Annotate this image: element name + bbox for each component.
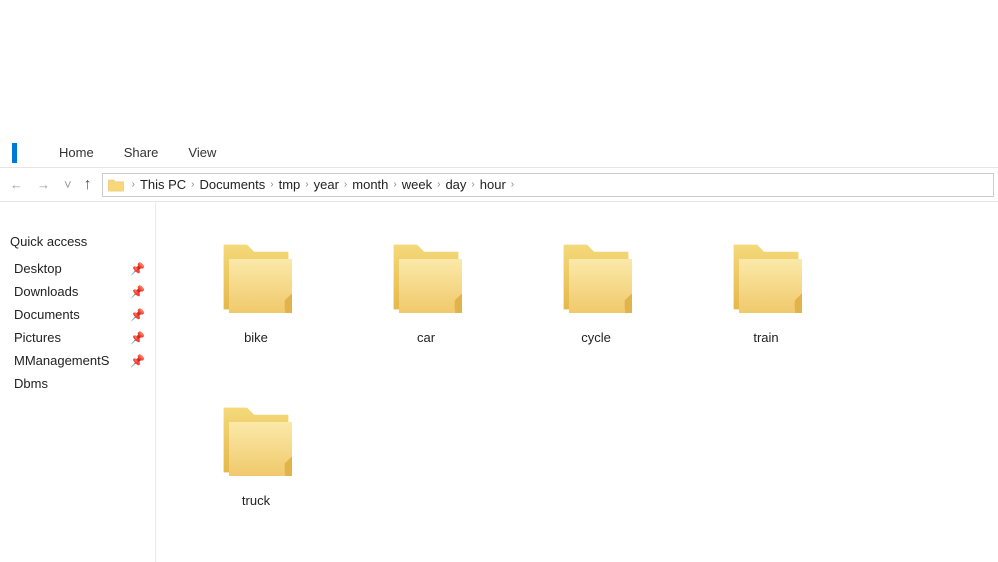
sidebar-item-pictures[interactable]: Pictures 📌 (0, 326, 155, 349)
breadcrumb-item[interactable]: Documents (196, 177, 270, 192)
nav-back-button[interactable]: ← (8, 175, 25, 194)
ribbon-tab-view[interactable]: View (188, 145, 216, 160)
pin-icon: 📌 (130, 262, 145, 276)
folder-icon (381, 232, 471, 322)
pin-icon: 📌 (130, 308, 145, 322)
folder-label: car (417, 330, 435, 345)
folder-label: train (753, 330, 778, 345)
breadcrumb-item[interactable]: tmp (275, 177, 305, 192)
sidebar-item-downloads[interactable]: Downloads 📌 (0, 280, 155, 303)
folder-icon (107, 176, 125, 194)
sidebar-quick-access[interactable]: Quick access (0, 230, 155, 253)
sidebar-item-desktop[interactable]: Desktop 📌 (0, 257, 155, 280)
sidebar: Quick access Desktop 📌 Downloads 📌 Docum… (0, 202, 156, 562)
folder-item[interactable]: car (366, 232, 486, 345)
ribbon-tab-share[interactable]: Share (124, 145, 159, 160)
nav-bar: ← → ˅ ↑ › This PC › Documents › tmp › ye… (0, 168, 998, 202)
nav-forward-button[interactable]: → (35, 175, 52, 194)
pin-icon: 📌 (130, 331, 145, 345)
chevron-right-icon: › (510, 179, 515, 190)
folder-icon (721, 232, 811, 322)
folder-item[interactable]: bike (196, 232, 316, 345)
folder-item[interactable]: truck (196, 395, 316, 508)
nav-up-button[interactable]: ↑ (84, 176, 92, 194)
breadcrumb-item[interactable]: week (398, 177, 436, 192)
folder-item[interactable]: train (706, 232, 826, 345)
ribbon-tabs: Home Share View (0, 138, 998, 168)
sidebar-item-dbms[interactable]: Dbms (0, 372, 155, 395)
ribbon-tab-home[interactable]: Home (59, 145, 94, 160)
sidebar-item-label: MManagementS (14, 353, 109, 368)
folder-item[interactable]: cycle (536, 232, 656, 345)
breadcrumb-item[interactable]: day (441, 177, 470, 192)
breadcrumb-item[interactable]: month (348, 177, 392, 192)
folder-icon (211, 232, 301, 322)
ribbon-accent (12, 143, 17, 163)
sidebar-item-mmanagements[interactable]: MManagementS 📌 (0, 349, 155, 372)
main-area: Quick access Desktop 📌 Downloads 📌 Docum… (0, 202, 998, 562)
sidebar-item-label: Documents (14, 307, 80, 322)
sidebar-item-label: Downloads (14, 284, 78, 299)
sidebar-item-label: Dbms (14, 376, 48, 391)
nav-recent-dropdown[interactable]: ˅ (62, 175, 74, 194)
folder-label: bike (244, 330, 268, 345)
pin-icon: 📌 (130, 285, 145, 299)
address-bar[interactable]: › This PC › Documents › tmp › year › mon… (102, 173, 994, 197)
breadcrumb-item[interactable]: This PC (136, 177, 190, 192)
sidebar-item-documents[interactable]: Documents 📌 (0, 303, 155, 326)
sidebar-item-label: Pictures (14, 330, 61, 345)
folder-label: truck (242, 493, 270, 508)
folder-icon (551, 232, 641, 322)
folder-label: cycle (581, 330, 611, 345)
breadcrumb-item[interactable]: year (310, 177, 343, 192)
breadcrumb-item[interactable]: hour (476, 177, 510, 192)
breadcrumb: › This PC › Documents › tmp › year › mon… (131, 177, 516, 192)
sidebar-item-label: Desktop (14, 261, 62, 276)
folder-content-area[interactable]: bike car cycle (156, 202, 998, 562)
pin-icon: 📌 (130, 354, 145, 368)
folder-icon (211, 395, 301, 485)
